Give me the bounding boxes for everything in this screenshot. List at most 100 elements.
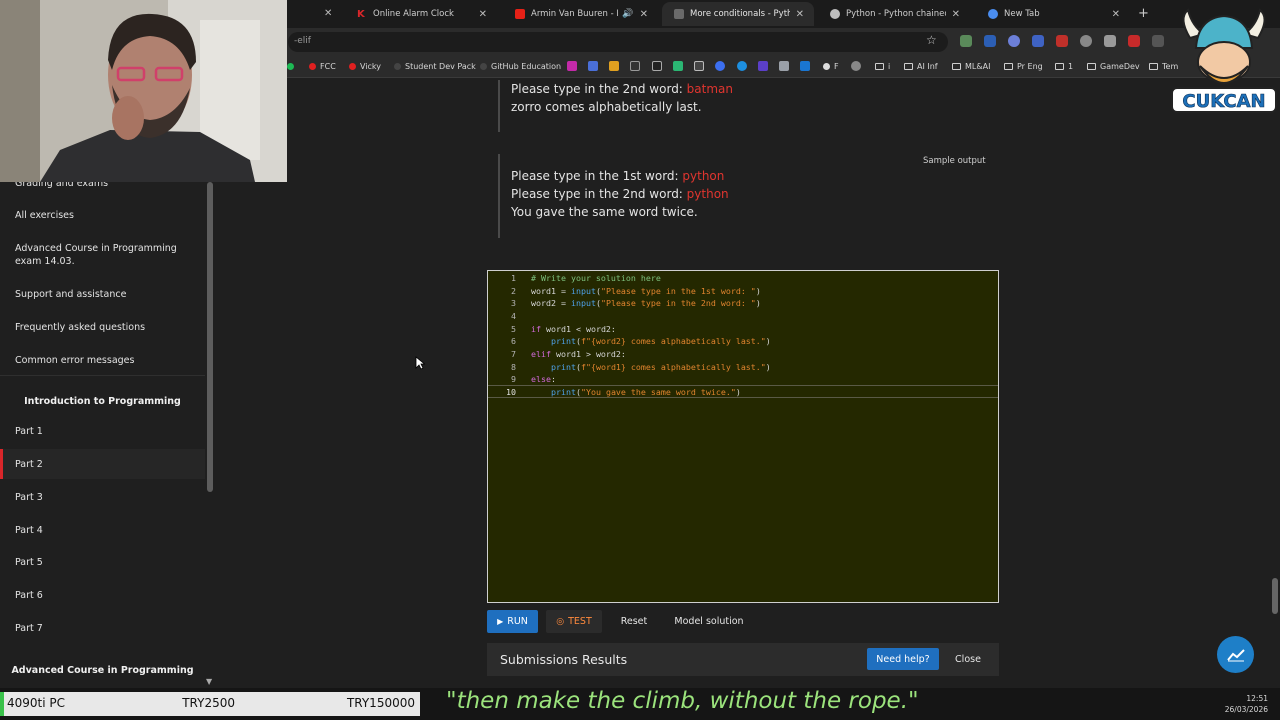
close-tab-icon[interactable]: ✕: [796, 9, 804, 20]
new-tab-plus-icon[interactable]: +: [1138, 6, 1149, 21]
star-bookmark-icon[interactable]: ☆: [926, 33, 937, 47]
bookmark-student-dev-pack[interactable]: Student Dev Pack: [394, 62, 476, 71]
extension-icon[interactable]: [1080, 35, 1092, 47]
sample-output-label: Sample output: [923, 156, 986, 166]
stat-try-2500: TRY2500: [120, 692, 240, 716]
extension-icon[interactable]: [984, 35, 996, 47]
bookmark-icon[interactable]: [758, 61, 768, 71]
code-line[interactable]: if word1 < word2:: [531, 324, 616, 334]
sidebar-item-part-6[interactable]: Part 6: [15, 589, 195, 602]
sidebar-item-faq[interactable]: Frequently asked questions: [15, 321, 195, 334]
tab-more-conditionals[interactable]: More conditionals - Python Pro ✕: [662, 2, 814, 26]
tab-new-tab[interactable]: New Tab ✕: [976, 2, 1130, 26]
bookmark-icon[interactable]: [694, 61, 704, 71]
need-help-button[interactable]: Need help?: [867, 648, 939, 670]
extension-icon[interactable]: [1008, 35, 1020, 47]
adblock-icon[interactable]: [1056, 35, 1068, 47]
close-button[interactable]: Close: [947, 648, 989, 670]
extension-icon[interactable]: [960, 35, 972, 47]
code-line[interactable]: print(f"{word1} comes alphabetically las…: [531, 362, 771, 372]
bookmark-icon[interactable]: [588, 61, 598, 71]
bookmark-vicky[interactable]: Vicky: [349, 62, 381, 71]
speaker-icon[interactable]: 🔊: [622, 9, 633, 19]
bookmark-fcc[interactable]: FCC: [309, 62, 336, 71]
sidebar-scrollbar[interactable]: [207, 182, 213, 492]
close-tab-icon[interactable]: ✕: [1112, 9, 1120, 20]
bookmark-folder-pr-eng[interactable]: Pr Eng: [1004, 62, 1043, 71]
sidebar-item-part-3[interactable]: Part 3: [15, 491, 195, 504]
play-icon: ▶: [497, 617, 504, 626]
line-number: 2: [511, 286, 516, 296]
bookmark-icon[interactable]: [652, 61, 662, 71]
bookmark-icon[interactable]: [609, 61, 619, 71]
extension-icon[interactable]: [1152, 35, 1164, 47]
sidebar-item-part-2[interactable]: Part 2: [15, 458, 195, 471]
bookmark-github-education[interactable]: GitHub Education: [480, 62, 561, 71]
sidebar-item-errors[interactable]: Common error messages: [15, 354, 195, 367]
code-editor[interactable]: 1 2 3 4 5 6 7 8 9 10 # Write your soluti…: [487, 270, 999, 603]
tab-python-chained[interactable]: Python - Python chained comp ✕: [818, 2, 970, 26]
code-line[interactable]: word2 = input("Please type in the 2nd wo…: [531, 298, 761, 308]
sidebar-item-support[interactable]: Support and assistance: [15, 288, 195, 301]
youtube-icon: [515, 9, 525, 19]
run-button[interactable]: ▶ RUN: [487, 610, 538, 633]
sidebar-item-part-1[interactable]: Part 1: [15, 425, 195, 438]
tab-alarm-clock[interactable]: K Online Alarm Clock ✕: [345, 2, 497, 26]
tab-armin-van-buuren[interactable]: Armin Van Buuren - Mirage 🔊 ✕: [503, 2, 658, 26]
folder-icon: [1055, 63, 1064, 70]
github-icon: [394, 63, 401, 70]
sidebar-item-part-4[interactable]: Part 4: [15, 524, 195, 537]
sidebar-item-grading[interactable]: Grading and exams: [15, 182, 195, 190]
line-number: 9: [511, 374, 516, 384]
compass-icon: [823, 63, 830, 70]
code-line[interactable]: print("You gave the same word twice."): [531, 387, 741, 397]
bookmark-f[interactable]: F: [823, 62, 839, 71]
viking-logo: CUKCAN: [1171, 8, 1277, 113]
sidebar-item-part-7[interactable]: Part 7: [15, 622, 195, 635]
code-line[interactable]: # Write your solution here: [531, 273, 661, 283]
bookmark-icon[interactable]: [800, 61, 810, 71]
progress-chart-button[interactable]: [1217, 636, 1254, 673]
course-sidebar: Grading and exams All exercises Advanced…: [0, 182, 215, 688]
extension-icon[interactable]: [1128, 35, 1140, 47]
close-icon[interactable]: ✕: [324, 8, 332, 19]
page-scrollbar[interactable]: [1272, 578, 1278, 614]
sample-output-1: Please type in the 2nd word: batman zorr…: [498, 80, 998, 132]
sidebar-item-exam[interactable]: Advanced Course in Programming exam 14.0…: [15, 242, 195, 268]
url-field[interactable]: -elif: [288, 32, 948, 52]
code-line[interactable]: else:: [531, 374, 556, 384]
close-tab-icon[interactable]: ✕: [479, 9, 487, 20]
bookmark-folder-gamedev[interactable]: GameDev: [1087, 62, 1140, 71]
code-line[interactable]: print(f"{word2} comes alphabetically las…: [531, 336, 771, 346]
bookmark-icon[interactable]: [779, 61, 789, 71]
code-line[interactable]: word1 = input("Please type in the 1st wo…: [531, 286, 761, 296]
sidebar-item-part-5[interactable]: Part 5: [15, 556, 195, 569]
scroll-down-icon[interactable]: ▼: [206, 677, 212, 686]
sidebar-item-all-exercises[interactable]: All exercises: [15, 209, 195, 222]
output-line: Please type in the 1st word: python: [511, 169, 725, 183]
section-advanced-programming[interactable]: Advanced Course in Programming: [0, 665, 205, 676]
bookmark-icon[interactable]: [737, 61, 747, 71]
bookmark-icon[interactable]: [715, 61, 725, 71]
bookmark-spotify[interactable]: [287, 62, 298, 71]
bookmark-icon[interactable]: [851, 61, 861, 71]
section-intro-programming[interactable]: Introduction to Programming: [0, 396, 205, 407]
line-number: 7: [511, 349, 516, 359]
test-button[interactable]: ◎ TEST: [546, 610, 602, 633]
bookmark-folder-ml-ai[interactable]: ML&AI: [952, 62, 990, 71]
code-line[interactable]: elif word1 > word2:: [531, 349, 626, 359]
close-tab-icon[interactable]: ✕: [952, 9, 960, 20]
bookmark-icon[interactable]: [673, 61, 683, 71]
bookmark-icon[interactable]: [567, 61, 577, 71]
bookmark-folder-1[interactable]: 1: [1055, 62, 1073, 71]
bookmark-icon[interactable]: [630, 61, 640, 71]
bookmark-folder-i[interactable]: i: [875, 62, 890, 71]
folder-icon: [904, 63, 913, 70]
extension-icon[interactable]: [1032, 35, 1044, 47]
close-tab-icon[interactable]: ✕: [640, 9, 648, 20]
reset-button[interactable]: Reset: [611, 610, 657, 633]
line-number: 4: [511, 311, 516, 321]
shield-icon[interactable]: [1104, 35, 1116, 47]
model-solution-button[interactable]: Model solution: [665, 610, 753, 633]
bookmark-folder-ai-inf[interactable]: AI Inf: [904, 62, 938, 71]
